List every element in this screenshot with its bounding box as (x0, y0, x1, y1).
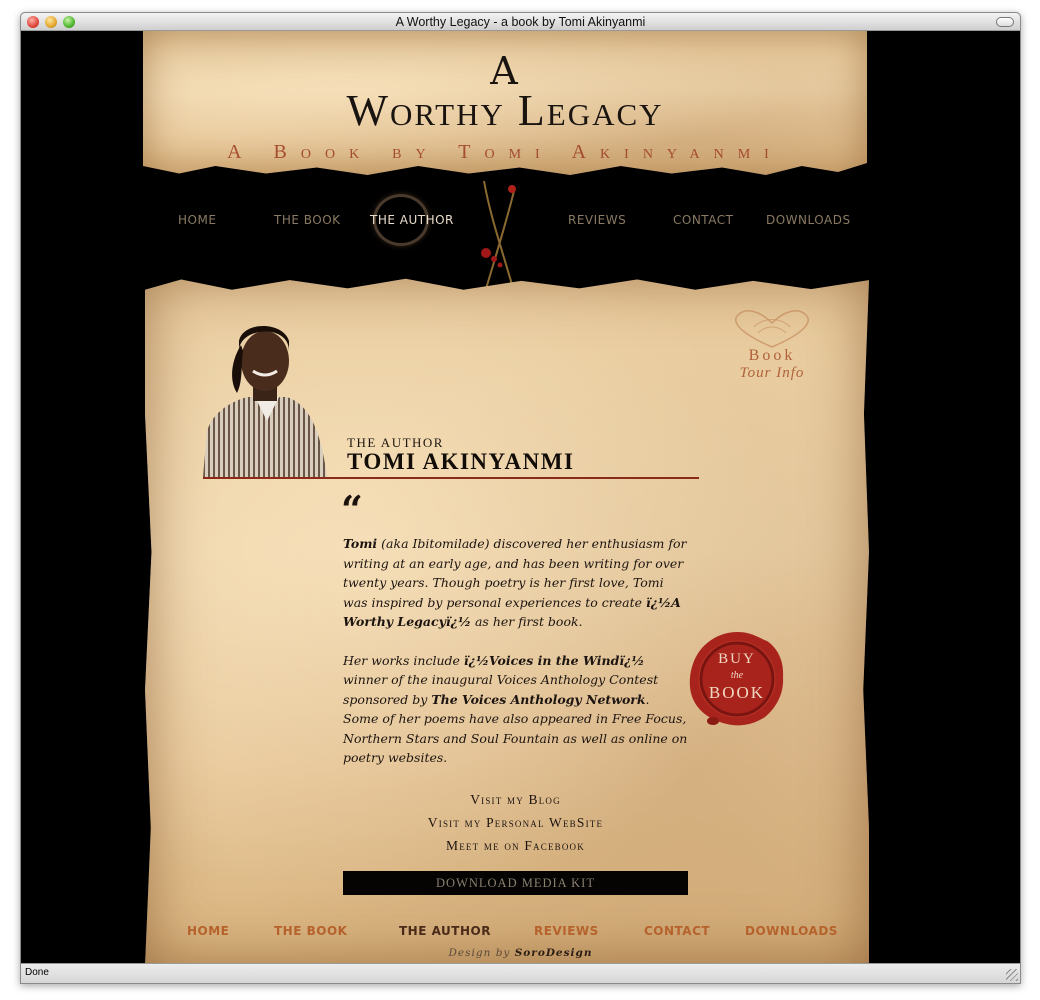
author-bio: Tomi (aka Ibitomilade) discovered her en… (343, 534, 688, 787)
tour-info-subtitle: Tour Info (739, 365, 805, 381)
resize-grip-icon[interactable] (1006, 969, 1018, 981)
status-bar: Done (21, 963, 1020, 983)
author-links: Visit my Blog Visit my Personal WebSite … (343, 788, 688, 857)
nav-contact[interactable]: CONTACT (673, 213, 733, 227)
browser-window: A Worthy Legacy - a book by Tomi Akinyan… (20, 12, 1021, 984)
nav-home[interactable]: HOME (178, 213, 216, 227)
visit-personal-website-link[interactable]: Visit my Personal WebSite (343, 811, 688, 834)
window-title: A Worthy Legacy - a book by Tomi Akinyan… (395, 15, 646, 29)
title-bar[interactable]: A Worthy Legacy - a book by Tomi Akinyan… (21, 13, 1020, 31)
status-text: Done (25, 967, 49, 978)
visit-blog-link[interactable]: Visit my Blog (343, 788, 688, 811)
nav-the-book[interactable]: THE BOOK (274, 213, 341, 227)
book-label: BOOK (708, 683, 766, 702)
footer-nav-home[interactable]: HOME (187, 924, 229, 938)
footer-nav-the-author[interactable]: THE AUTHOR (399, 924, 491, 938)
nav-the-author[interactable]: THE AUTHOR (370, 213, 454, 227)
bio-organization: The Voices Anthology Network (431, 691, 646, 707)
footer-nav-the-book[interactable]: THE BOOK (274, 924, 347, 938)
book-tour-info-link[interactable]: Book Tour Info (717, 307, 827, 382)
footer-nav-reviews[interactable]: REVIEWS (534, 924, 599, 938)
bio-paragraph-1: Tomi (aka Ibitomilade) discovered her en… (343, 536, 687, 629)
download-media-kit-button[interactable]: DOWNLOAD MEDIA KIT (343, 871, 688, 895)
buy-label: BUY (718, 651, 756, 667)
bio-paragraph-2: Her works include ï¿½Voices in the Windï… (343, 652, 688, 766)
author-name-heading: TOMI AKINYANMI (347, 449, 575, 474)
author-portrait (203, 326, 327, 477)
nav-reviews[interactable]: REVIEWS (568, 213, 626, 227)
author-divider (203, 477, 699, 479)
ornament-heart-icon (735, 310, 809, 348)
toolbar-toggle-button[interactable] (996, 17, 1014, 27)
footer-nav-downloads[interactable]: DOWNLOADS (745, 924, 838, 938)
nav-downloads[interactable]: DOWNLOADS (766, 213, 851, 227)
page-viewport: A Worthy Legacy A Book by Tomi Akinyanmi… (21, 31, 1020, 965)
quote-mark-icon: “ (341, 487, 363, 532)
designer-link[interactable]: SoroDesign (515, 947, 593, 959)
bio-name: Tomi (343, 536, 378, 551)
buy-the-book-button[interactable]: BUY the BOOK (687, 629, 787, 729)
buy-label-the: the (730, 670, 744, 681)
site-title[interactable]: Worthy Legacy (143, 85, 867, 136)
footer-nav-contact[interactable]: CONTACT (644, 924, 710, 938)
design-credit: Design by SoroDesign (448, 947, 593, 959)
site-subtitle: A Book by Tomi Akinyanmi (227, 141, 783, 163)
bio-work-title: ï¿½Voices in the Windï¿½ (463, 652, 645, 668)
facebook-link[interactable]: Meet me on Facebook (343, 834, 688, 857)
header-banner: A Worthy Legacy A Book by Tomi Akinyanmi (143, 31, 867, 175)
